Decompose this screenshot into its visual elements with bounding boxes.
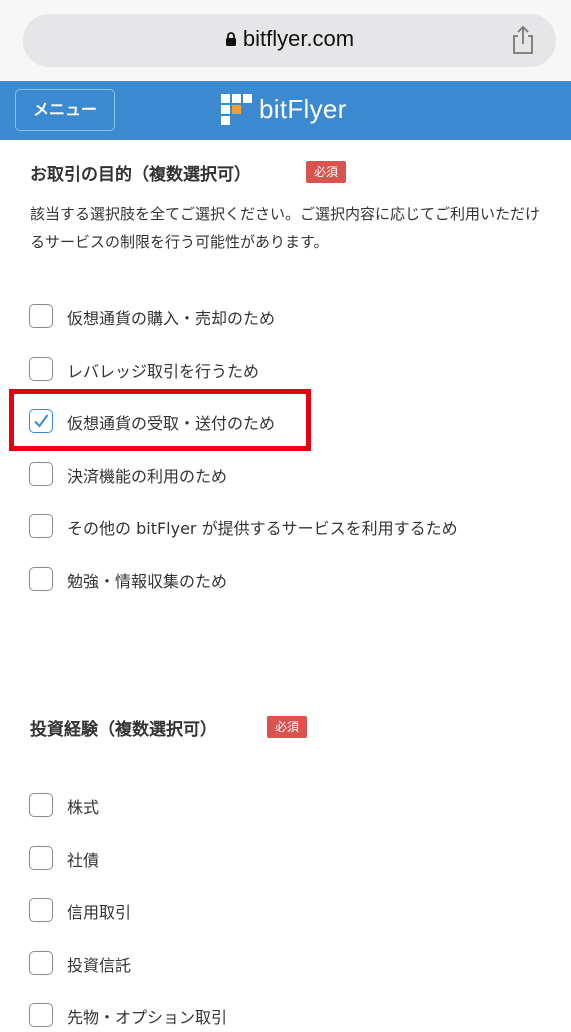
checkbox[interactable] [29,1003,53,1027]
option-label: 投資信託 [67,955,132,975]
experience-section-title: 投資経験（複数選択可） [30,720,217,740]
checkbox[interactable] [29,356,53,381]
checkbox[interactable] [29,898,53,922]
purpose-required-badge: 必須 [306,161,347,183]
option-label: 社債 [67,850,100,870]
purpose-description: 該当する選択肢を全てご選択ください。ご選択内容に応じてご利用いただけるサービスの… [30,205,541,251]
checkbox[interactable] [29,514,53,538]
option-label: 株式 [67,798,100,817]
highlight-annotation [9,389,311,451]
option-label: 勉強・情報収集のため [67,571,228,591]
checkbox[interactable] [29,461,53,486]
brand-name: bitFlyer [259,94,347,124]
app-header: メニュー bitFlyer [0,81,571,140]
bitflyer-logo-icon [221,94,252,125]
url-display[interactable]: bitflyer.com [23,26,556,52]
purpose-section-title: お取引の目的（複数選択可） [30,165,251,185]
url-text: bitflyer.com [242,26,355,51]
share-icon[interactable] [510,25,536,55]
checkbox[interactable] [29,950,53,975]
option-label: レバレッジ取引を行うため [67,361,260,381]
menu-button[interactable]: メニュー [15,89,115,131]
checkbox[interactable] [29,845,53,870]
address-bar[interactable]: bitflyer.com [23,14,556,67]
browser-toolbar: bitflyer.com [0,0,571,81]
option-label: 決済機能の利用のため [67,466,228,486]
option-label: 信用取引 [67,903,132,922]
experience-required-badge: 必須 [267,716,308,738]
option-label: 仮想通貨の購入・売却のため [67,309,276,328]
checkbox[interactable] [29,793,53,817]
checkbox[interactable] [29,566,53,591]
checkbox[interactable] [29,304,53,328]
option-label: その他の bitFlyer が提供するサービスを利用するため [67,519,458,538]
option-label: 先物・オプション取引 [67,1008,228,1027]
lock-icon [225,32,236,46]
